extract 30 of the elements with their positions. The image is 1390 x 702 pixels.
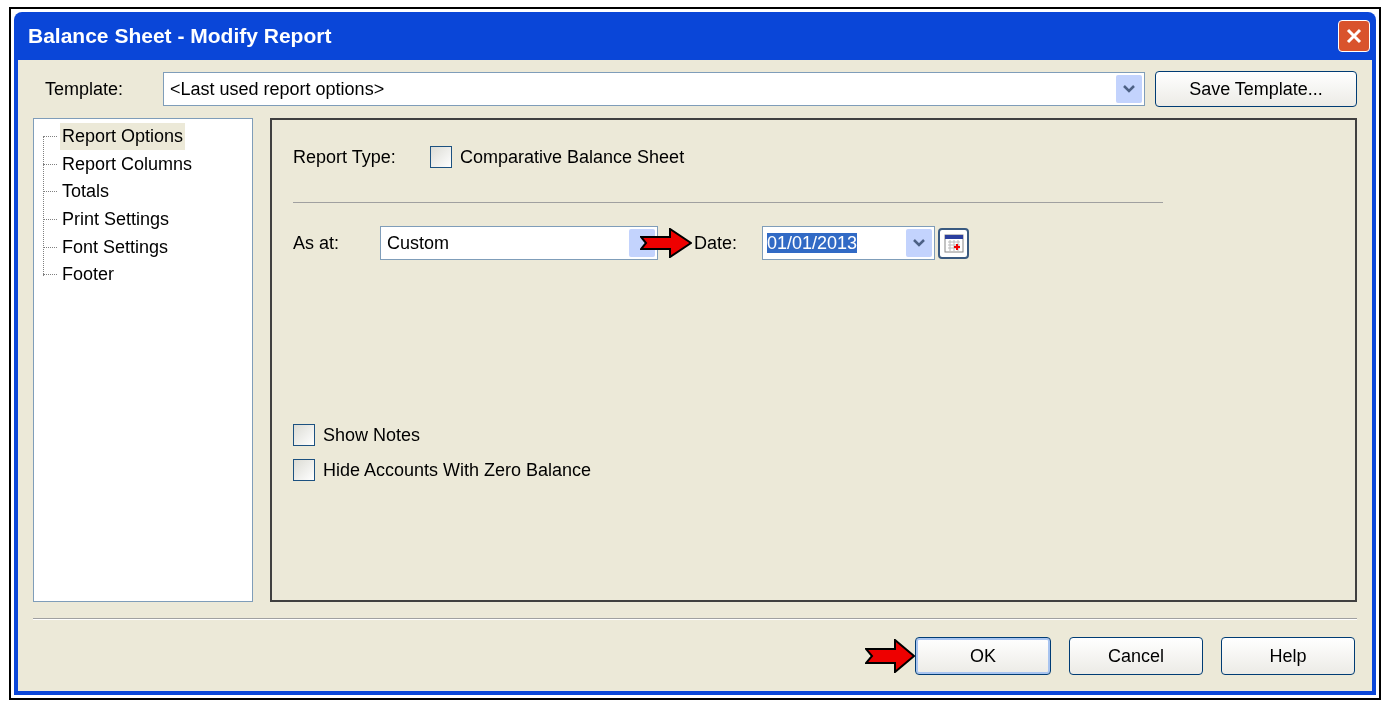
tree-item[interactable]: Font Settings: [60, 233, 171, 261]
date-dropdown[interactable]: 01/01/2013: [762, 226, 935, 260]
checkbox[interactable]: [293, 424, 315, 446]
save-template-button[interactable]: Save Template...: [1155, 71, 1357, 107]
calendar-icon: [943, 233, 964, 253]
window-title: Balance Sheet - Modify Report: [28, 23, 332, 50]
as-at-label: As at:: [293, 231, 341, 255]
checkbox[interactable]: [293, 459, 315, 481]
date-label: Date:: [694, 231, 739, 255]
report-type-label: Report Type:: [293, 145, 397, 169]
close-button[interactable]: [1338, 20, 1370, 52]
tree-item[interactable]: Report Columns: [60, 150, 195, 178]
tree-item[interactable]: Footer: [60, 261, 117, 289]
as-at-dropdown[interactable]: Custom: [380, 226, 658, 260]
dialog-button[interactable]: Cancel: [1069, 637, 1203, 675]
dialog-button[interactable]: Help: [1221, 637, 1355, 675]
dialog-button[interactable]: OK: [915, 637, 1051, 675]
checkbox[interactable]: [430, 146, 452, 168]
pointer-arrow-icon: [640, 228, 692, 258]
checkbox-label: Show Notes: [323, 423, 421, 447]
close-icon: [1345, 27, 1363, 45]
template-label: Template:: [44, 77, 125, 101]
tree-item[interactable]: Report Options: [60, 123, 186, 151]
tree-item[interactable]: Totals: [60, 178, 112, 206]
template-dropdown[interactable]: <Last used report options>: [163, 72, 1145, 106]
calendar-button[interactable]: [938, 227, 969, 259]
checkbox-label: Comparative Balance Sheet: [460, 145, 685, 169]
pointer-arrow-icon: [865, 639, 915, 673]
tree-item[interactable]: Print Settings: [60, 206, 172, 234]
checkbox-label: Hide Accounts With Zero Balance: [323, 458, 592, 482]
